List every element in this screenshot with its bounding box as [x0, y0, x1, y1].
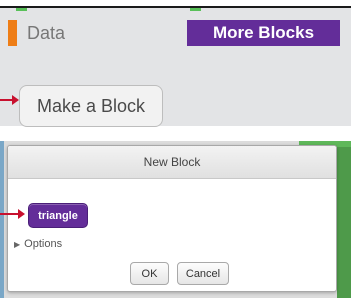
category-color-tick	[16, 8, 27, 11]
category-data[interactable]: Data	[8, 20, 65, 46]
dialog-title[interactable]: New Block	[8, 146, 336, 179]
category-more-blocks[interactable]: More Blocks	[187, 20, 340, 46]
block-palette-panel: Data More Blocks Make a Block	[0, 6, 351, 127]
new-block-dialog: New Block triangle ▶ Options OK Cancel	[7, 145, 337, 292]
ok-button[interactable]: OK	[130, 262, 169, 285]
backdrop-green-strip	[337, 141, 351, 298]
pointer-arrow-icon	[0, 95, 19, 105]
cancel-button[interactable]: Cancel	[177, 262, 229, 285]
disclosure-triangle-icon: ▶	[14, 239, 21, 249]
data-category-swatch	[8, 20, 17, 46]
options-toggle[interactable]: ▶ Options	[14, 238, 62, 250]
category-color-tick	[190, 8, 201, 11]
make-a-block-button[interactable]: Make a Block	[19, 85, 163, 127]
pointer-arrow-icon	[0, 209, 25, 219]
block-name-input[interactable]: triangle	[28, 203, 88, 228]
backdrop-edge	[0, 141, 4, 298]
category-data-label: Data	[27, 22, 66, 43]
options-label: Options	[24, 238, 63, 250]
